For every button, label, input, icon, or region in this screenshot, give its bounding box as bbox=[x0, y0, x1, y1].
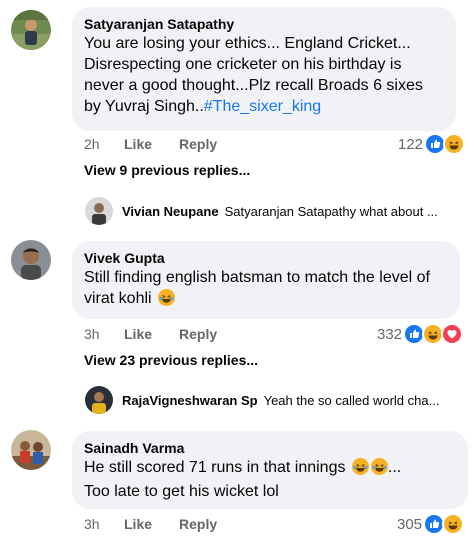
like-button[interactable]: Like bbox=[124, 135, 152, 153]
hashtag-link[interactable]: #The_sixer_king bbox=[204, 98, 321, 115]
comment-author[interactable]: Satyaranjan Satapathy bbox=[84, 15, 444, 33]
like-button[interactable]: Like bbox=[124, 325, 152, 343]
avatar-vivian[interactable] bbox=[85, 197, 113, 225]
reaction-count: 122 bbox=[398, 135, 424, 153]
comment-text-ellipsis: ... bbox=[387, 459, 402, 476]
reaction-count: 332 bbox=[377, 325, 403, 343]
avatar-satyaranjan[interactable] bbox=[11, 10, 51, 50]
comment-time[interactable]: 2h bbox=[84, 135, 100, 153]
comment-actions: 2h Like Reply bbox=[84, 135, 284, 153]
comment-bubble: Satyaranjan Satapathy You are losing you… bbox=[72, 7, 456, 131]
laughing-emoji bbox=[370, 458, 388, 481]
reply-author[interactable]: RajaVigneshwaran Sp bbox=[122, 393, 258, 408]
avatar-rajavigneshwaran[interactable] bbox=[85, 386, 113, 414]
comment-bubble: Sainadh Varma He still scored 71 runs in… bbox=[72, 431, 468, 509]
laughing-emoji bbox=[158, 289, 176, 312]
avatar-photo-icon bbox=[11, 10, 51, 50]
reaction-summary[interactable]: 122 bbox=[398, 133, 466, 155]
laughing-emoji bbox=[351, 458, 369, 481]
avatar-photo-icon bbox=[85, 197, 113, 225]
reaction-summary[interactable]: 305 bbox=[397, 513, 465, 535]
reply-preview[interactable]: RajaVigneshwaran Sp Yeah the so called w… bbox=[85, 386, 465, 414]
reply-button[interactable]: Reply bbox=[179, 135, 217, 153]
reply-preview[interactable]: Vivian Neupane Satyaranjan Satapathy wha… bbox=[85, 197, 465, 225]
avatar-photo-icon bbox=[85, 386, 113, 414]
comment-text: He still scored 71 runs in that innings … bbox=[84, 457, 456, 502]
like-button[interactable]: Like bbox=[124, 515, 152, 533]
haha-icon bbox=[442, 513, 465, 535]
comment-text-line1: He still scored 71 runs in that innings bbox=[84, 459, 346, 476]
comment-time[interactable]: 3h bbox=[84, 325, 100, 343]
comment-author[interactable]: Sainadh Varma bbox=[84, 439, 456, 457]
comment-bubble: Vivek Gupta Still finding english batsma… bbox=[72, 241, 460, 319]
comment-text-plain: Still finding english batsman to match t… bbox=[84, 269, 430, 307]
comment-author[interactable]: Vivek Gupta bbox=[84, 249, 448, 267]
avatar-vivek[interactable] bbox=[11, 240, 51, 280]
avatar-photo-icon bbox=[11, 430, 51, 470]
avatar-photo-icon bbox=[11, 240, 51, 280]
reply-text: Yeah the so called world cha... bbox=[263, 392, 440, 408]
comment-time[interactable]: 3h bbox=[84, 515, 100, 533]
comment-text: You are losing your ethics... England Cr… bbox=[84, 33, 444, 117]
reply-text: Satyaranjan Satapathy what about ... bbox=[224, 203, 438, 219]
reply-author[interactable]: Vivian Neupane bbox=[122, 204, 219, 219]
reaction-summary[interactable]: 332 bbox=[377, 323, 464, 345]
view-previous-replies[interactable]: View 9 previous replies... bbox=[84, 162, 250, 178]
love-icon bbox=[441, 323, 464, 345]
comment-text: Still finding english batsman to match t… bbox=[84, 267, 448, 312]
comment-actions: 3h Like Reply bbox=[84, 325, 284, 343]
view-previous-replies[interactable]: View 23 previous replies... bbox=[84, 352, 258, 368]
reply-button[interactable]: Reply bbox=[179, 515, 217, 533]
haha-icon bbox=[443, 133, 466, 155]
reply-button[interactable]: Reply bbox=[179, 325, 217, 343]
comment-actions: 3h Like Reply bbox=[84, 515, 284, 533]
reaction-count: 305 bbox=[397, 515, 423, 533]
comment-text-line2: Too late to get his wicket lol bbox=[84, 483, 279, 500]
avatar-sainadh[interactable] bbox=[11, 430, 51, 470]
